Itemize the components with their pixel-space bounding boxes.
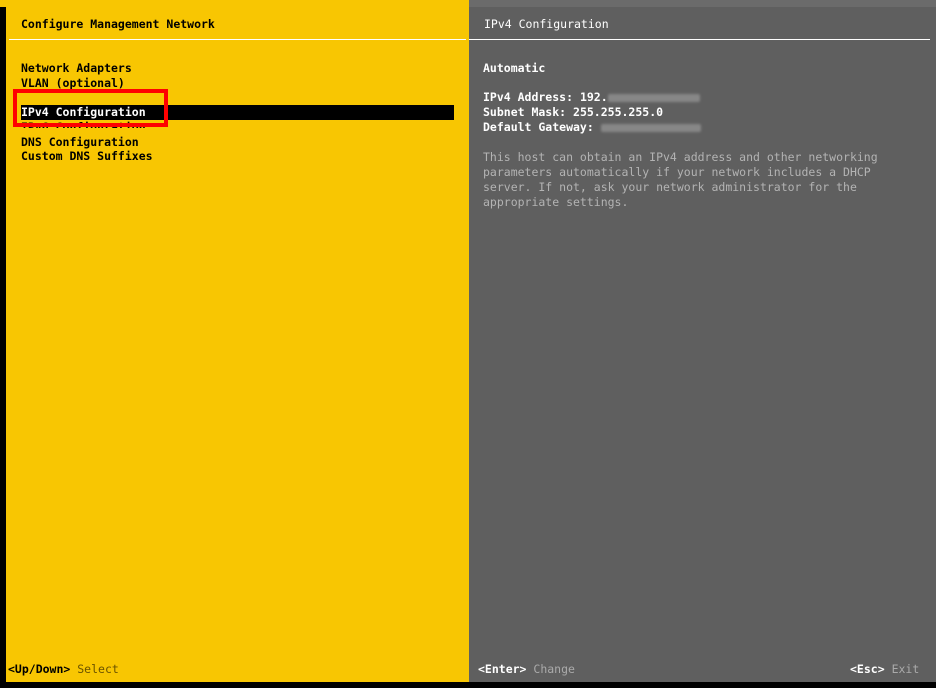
ipv4-address-row: IPv4 Address: 192.	[483, 90, 701, 105]
subnet-mask-label: Subnet Mask:	[483, 105, 567, 119]
ipv4-details: IPv4 Address: 192. Subnet Mask: 255.255.…	[483, 90, 701, 135]
hint-updown-action: Select	[77, 662, 119, 676]
default-gateway-row: Default Gateway:	[483, 120, 701, 135]
hint-enter-key: <Enter>	[478, 662, 527, 676]
menu-item-ipv6-configuration[interactable]: IPv6 Configuration	[21, 120, 146, 128]
ipv4-address-value: 192.	[579, 90, 608, 104]
subnet-mask-value: 255.255.255.0	[573, 105, 664, 119]
redacted-block	[607, 93, 700, 102]
hint-change: <Enter> Change	[478, 661, 575, 677]
ipv4-address-label: IPv4 Address:	[483, 90, 574, 104]
subnet-mask-row: Subnet Mask: 255.255.255.0	[483, 105, 701, 120]
left-panel-title: Configure Management Network	[21, 17, 215, 31]
right-panel-title: IPv4 Configuration	[484, 17, 609, 31]
menu-item-custom-dns-suffixes[interactable]: Custom DNS Suffixes	[21, 149, 153, 164]
left-panel: Configure Management Network Network Ada…	[6, 7, 469, 682]
menu-item-vlan[interactable]: VLAN (optional)	[21, 76, 125, 91]
right-title-divider	[469, 39, 930, 40]
hint-esc-key: <Esc>	[850, 662, 885, 676]
ipv4-description: This host can obtain an IPv4 address and…	[483, 150, 878, 209]
hint-updown-key: <Up/Down>	[8, 662, 71, 676]
menu-item-network-adapters[interactable]: Network Adapters	[21, 61, 132, 76]
redacted-block	[600, 123, 701, 132]
hint-esc-action: Exit	[891, 662, 920, 676]
top-border	[0, 0, 936, 7]
hint-enter-action: Change	[533, 662, 575, 676]
hint-exit: <Esc> Exit	[850, 661, 919, 677]
default-gateway-label: Default Gateway:	[483, 120, 594, 134]
ipv4-mode: Automatic	[483, 61, 546, 75]
hint-select: <Up/Down> Select	[8, 661, 119, 677]
top-border-dark	[469, 0, 936, 7]
menu-item-ipv4-configuration[interactable]: IPv4 Configuration	[21, 105, 454, 120]
left-title-divider	[9, 39, 466, 40]
menu-item-dns-configuration[interactable]: DNS Configuration	[21, 135, 139, 150]
right-panel: IPv4 Configuration Automatic IPv4 Addres…	[469, 7, 936, 682]
